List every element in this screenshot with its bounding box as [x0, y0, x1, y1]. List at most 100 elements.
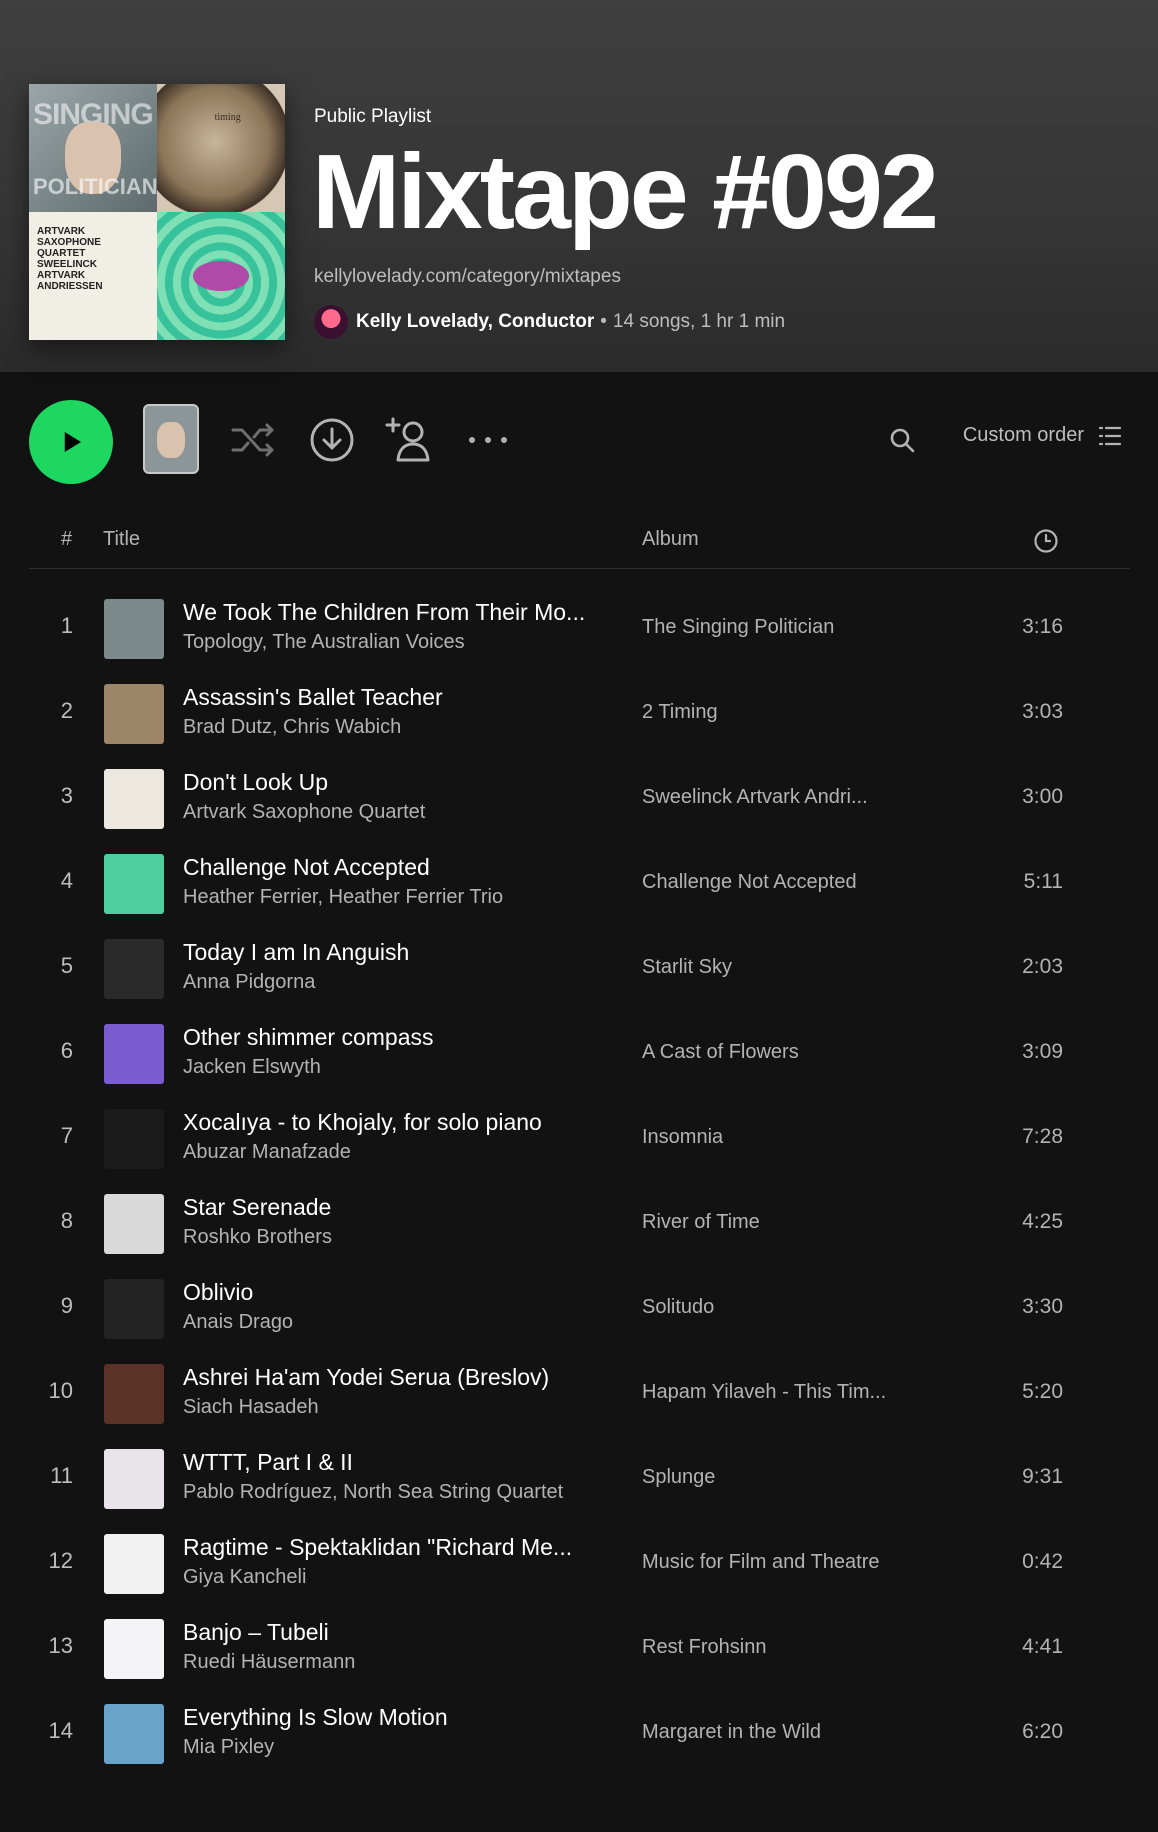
track-row[interactable]: 11 WTTT, Part I & II Pablo Rodríguez, Nort…: [0, 1435, 1158, 1520]
track-title[interactable]: Today I am In Anguish: [183, 939, 409, 966]
shuffle-button[interactable]: [228, 414, 280, 466]
track-album-art: [104, 1619, 164, 1679]
track-row[interactable]: 12 Ragtime - Spektaklidan "Richard Me... G…: [0, 1520, 1158, 1605]
track-album[interactable]: Splunge: [642, 1466, 715, 1489]
add-user-icon: [385, 417, 430, 462]
track-duration: 3:30: [1022, 1295, 1063, 1318]
track-title[interactable]: Ashrei Ha'am Yodei Serua (Breslov): [183, 1364, 549, 1391]
more-horizontal-icon: [469, 437, 507, 443]
track-artist[interactable]: Heather Ferrier, Heather Ferrier Trio: [183, 886, 503, 909]
track-album[interactable]: Starlit Sky: [642, 956, 732, 979]
track-album[interactable]: Solitudo: [642, 1296, 714, 1319]
track-title[interactable]: Everything Is Slow Motion: [183, 1704, 448, 1731]
track-list-header: # Title Album: [29, 518, 1130, 569]
track-album-art: [104, 1534, 164, 1594]
track-album[interactable]: 2 Timing: [642, 701, 718, 724]
more-options-button[interactable]: [462, 414, 514, 466]
column-number: #: [61, 528, 73, 550]
track-artist[interactable]: Artvark Saxophone Quartet: [183, 801, 425, 824]
playlist-description: kellylovelady.com/category/mixtapes: [314, 266, 621, 287]
track-row[interactable]: 8 Star Serenade Roshko Brothers River of Ti…: [0, 1180, 1158, 1265]
download-icon: [310, 418, 354, 462]
track-row[interactable]: 4 Challenge Not Accepted Heather Ferrier, …: [0, 840, 1158, 925]
track-album[interactable]: Challenge Not Accepted: [642, 871, 857, 894]
download-button[interactable]: [306, 414, 358, 466]
play-button[interactable]: [29, 400, 113, 484]
track-title[interactable]: Assassin's Ballet Teacher: [183, 684, 443, 711]
track-number: 2: [60, 698, 73, 723]
track-album[interactable]: Sweelinck Artvark Andri...: [642, 786, 868, 809]
track-duration: 5:20: [1022, 1380, 1063, 1403]
track-row[interactable]: 6 Other shimmer compass Jacken Elswyth A Ca…: [0, 1010, 1158, 1095]
shuffle-icon: [231, 423, 274, 457]
track-duration: 0:42: [1022, 1550, 1063, 1573]
track-artist[interactable]: Pablo Rodríguez, North Sea String Quarte…: [183, 1481, 563, 1504]
track-duration: 4:25: [1022, 1210, 1063, 1233]
track-album[interactable]: Music for Film and Theatre: [642, 1551, 880, 1574]
track-title[interactable]: We Took The Children From Their Mo...: [183, 599, 585, 626]
add-collaborator-button[interactable]: [384, 414, 436, 466]
track-duration: 2:03: [1022, 955, 1063, 978]
track-row[interactable]: 14 Everything Is Slow Motion Mia Pixley Mar…: [0, 1690, 1158, 1775]
preview-cover-button[interactable]: [143, 404, 199, 474]
track-title[interactable]: Banjo – Tubeli: [183, 1619, 329, 1646]
track-title[interactable]: Star Serenade: [183, 1194, 331, 1221]
cover-text: ARTVARK SAXOPHONE QUARTET SWEELINCK ARTV…: [37, 226, 103, 292]
track-album[interactable]: Margaret in the Wild: [642, 1721, 821, 1744]
track-artist[interactable]: Brad Dutz, Chris Wabich: [183, 716, 401, 739]
track-row[interactable]: 10 Ashrei Ha'am Yodei Serua (Breslov) Siac…: [0, 1350, 1158, 1435]
track-row[interactable]: 1 We Took The Children From Their Mo... To…: [0, 585, 1158, 670]
track-artist[interactable]: Siach Hasadeh: [183, 1396, 319, 1419]
search-button[interactable]: [876, 414, 928, 466]
track-row[interactable]: 3 Don't Look Up Artvark Saxophone Quartet S…: [0, 755, 1158, 840]
track-title[interactable]: Ragtime - Spektaklidan "Richard Me...: [183, 1534, 572, 1561]
playlist-cover[interactable]: SINGING POLITICIAN timing ARTVARK SAXOPH…: [29, 84, 285, 340]
column-album[interactable]: Album: [642, 528, 699, 551]
track-artist[interactable]: Topology, The Australian Voices: [183, 631, 465, 654]
track-title[interactable]: Other shimmer compass: [183, 1024, 434, 1051]
track-artist[interactable]: Ruedi Häusermann: [183, 1651, 355, 1674]
column-duration[interactable]: [1033, 528, 1059, 560]
track-album[interactable]: The Singing Politician: [642, 616, 834, 639]
avatar[interactable]: [314, 305, 348, 339]
track-duration: 3:03: [1022, 700, 1063, 723]
track-title[interactable]: Xocalıya - to Khojaly, for solo piano: [183, 1109, 542, 1136]
track-artist[interactable]: Anais Drago: [183, 1311, 293, 1334]
track-artist[interactable]: Mia Pixley: [183, 1736, 274, 1759]
track-album[interactable]: Hapam Yilaveh - This Tim...: [642, 1381, 886, 1404]
track-row[interactable]: 7 Xocalıya - to Khojaly, for solo piano Ab…: [0, 1095, 1158, 1180]
list-icon: [1098, 426, 1122, 445]
track-number: 6: [60, 1038, 73, 1063]
clock-icon: [1034, 529, 1058, 553]
track-artist[interactable]: Giya Kancheli: [183, 1566, 306, 1589]
track-row[interactable]: 13 Banjo – Tubeli Ruedi Häusermann Rest Fro…: [0, 1605, 1158, 1690]
track-artist[interactable]: Abuzar Manafzade: [183, 1141, 351, 1164]
search-icon: [890, 428, 915, 453]
track-artist[interactable]: Roshko Brothers: [183, 1226, 332, 1249]
track-list: 1 We Took The Children From Their Mo... To…: [0, 585, 1158, 1775]
owner-link[interactable]: Kelly Lovelady, Conductor: [356, 311, 594, 333]
track-album[interactable]: Rest Frohsinn: [642, 1636, 767, 1659]
cover-tile-challenge: [157, 212, 285, 340]
track-album[interactable]: A Cast of Flowers: [642, 1041, 799, 1064]
sort-dropdown[interactable]: Custom order: [963, 424, 1122, 447]
track-row[interactable]: 5 Today I am In Anguish Anna Pidgorna Starl…: [0, 925, 1158, 1010]
track-album-art: [104, 939, 164, 999]
track-title[interactable]: Oblivio: [183, 1279, 253, 1306]
track-duration: 5:11: [1023, 870, 1063, 893]
track-album[interactable]: Insomnia: [642, 1126, 723, 1149]
track-album[interactable]: River of Time: [642, 1211, 760, 1234]
track-title[interactable]: WTTT, Part I & II: [183, 1449, 353, 1476]
playlist-stats: 14 songs, 1 hr 1 min: [612, 311, 786, 332]
track-title[interactable]: Don't Look Up: [183, 769, 328, 796]
cover-tile-timing: timing: [157, 84, 285, 212]
column-title[interactable]: Title: [103, 528, 140, 551]
track-number: 5: [60, 953, 73, 978]
track-title[interactable]: Challenge Not Accepted: [183, 854, 430, 881]
track-number: 4: [60, 868, 73, 893]
track-number: 9: [60, 1293, 73, 1318]
track-artist[interactable]: Jacken Elswyth: [183, 1056, 321, 1079]
track-artist[interactable]: Anna Pidgorna: [183, 971, 315, 994]
track-row[interactable]: 2 Assassin's Ballet Teacher Brad Dutz, Chr…: [0, 670, 1158, 755]
track-row[interactable]: 9 Oblivio Anais Drago Solitudo 3:30: [0, 1265, 1158, 1350]
